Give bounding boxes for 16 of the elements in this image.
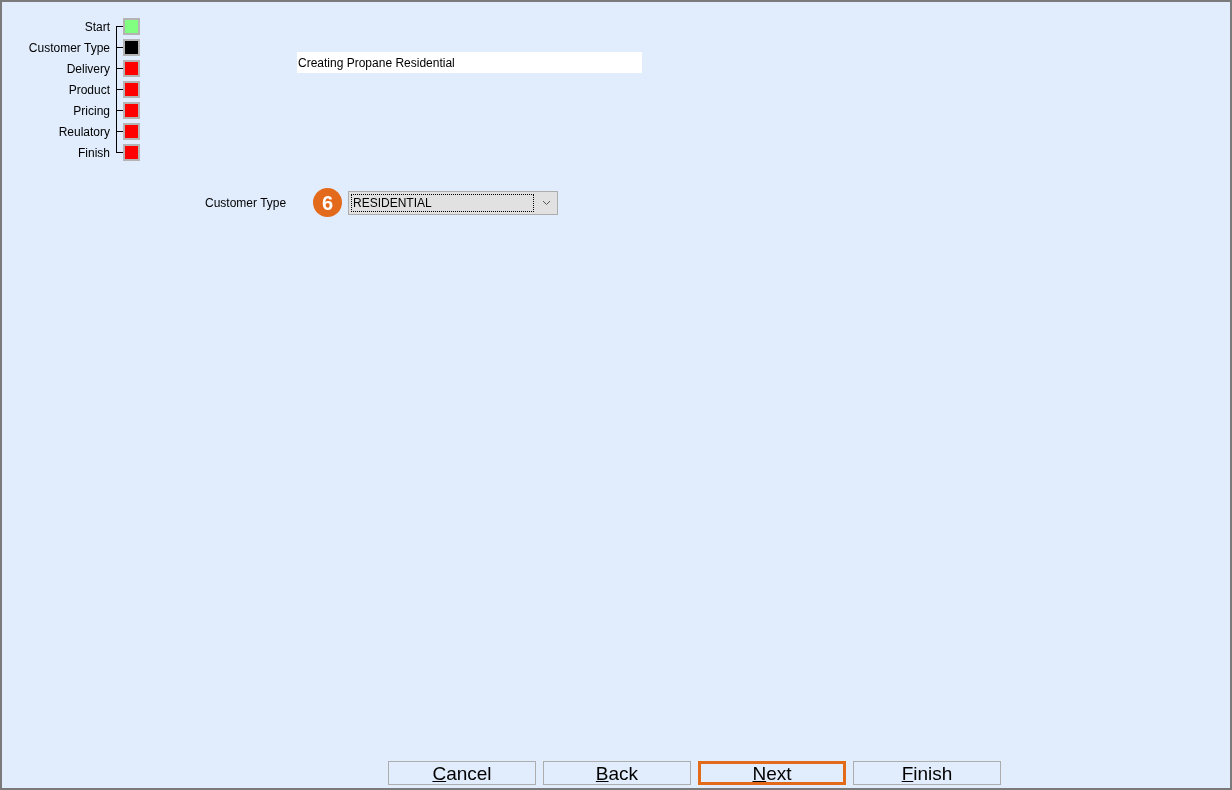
step-label: Finish	[77, 146, 111, 159]
title-field: Creating Propane Residential	[297, 52, 642, 73]
step-number-badge: 6	[313, 188, 342, 217]
wizard-button[interactable]: Next	[698, 761, 846, 785]
step-label: Pricing	[72, 104, 111, 117]
chevron-down-icon	[542, 199, 551, 206]
step-label: Customer Type	[27, 41, 111, 54]
step-label: Delivery	[65, 62, 111, 75]
wizard-button[interactable]: Back	[543, 761, 691, 785]
step-label: Product	[67, 83, 111, 96]
wizard-button[interactable]: Cancel	[388, 761, 536, 785]
customer-type-dropdown[interactable]: RESIDENTIAL	[348, 190, 558, 215]
step-label: Start	[83, 20, 111, 33]
wizard-button[interactable]: Finish	[853, 761, 1001, 785]
step-label: Reulatory	[57, 125, 111, 138]
customer-type-label: Customer Type	[205, 194, 288, 212]
